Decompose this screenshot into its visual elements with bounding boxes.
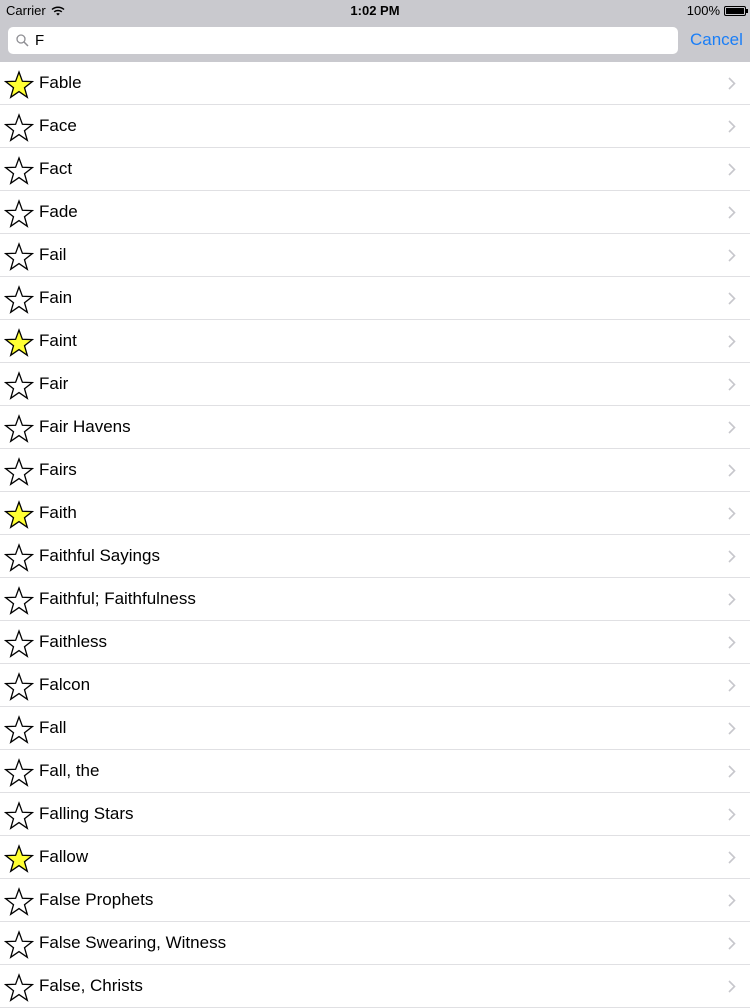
- star-outline-icon[interactable]: [4, 973, 34, 1003]
- list-item-label: Fable: [39, 73, 82, 92]
- list-item[interactable]: Falling Stars: [0, 793, 750, 836]
- star-outline-icon[interactable]: [4, 801, 34, 831]
- status-right: 100%: [686, 3, 748, 18]
- chevron-right-icon: [728, 163, 736, 176]
- star-outline-icon[interactable]: [4, 242, 34, 272]
- list-item-label: False, Christs: [39, 976, 143, 995]
- chevron-right-icon: [728, 421, 736, 434]
- chevron-right-icon: [728, 722, 736, 735]
- list-item[interactable]: Fable: [0, 62, 750, 105]
- star-outline-icon[interactable]: [4, 586, 34, 616]
- list-item-label: Fair: [39, 374, 69, 393]
- list-item-label: Faithful Sayings: [39, 546, 160, 565]
- star-outline-icon[interactable]: [4, 887, 34, 917]
- battery-percent: 100%: [686, 3, 720, 18]
- list-item-label: Fairs: [39, 460, 77, 479]
- list-item-label: Faithless: [39, 632, 108, 651]
- list-item[interactable]: Falcon: [0, 664, 750, 707]
- list-item[interactable]: Faint: [0, 320, 750, 363]
- list-item[interactable]: Fact: [0, 148, 750, 191]
- star-outline-icon[interactable]: [4, 113, 34, 143]
- star-filled-icon[interactable]: [4, 500, 34, 530]
- list-item-label: Fail: [39, 245, 67, 264]
- star-outline-icon[interactable]: [4, 285, 34, 315]
- cancel-button[interactable]: Cancel: [690, 30, 743, 50]
- star-outline-icon[interactable]: [4, 414, 34, 444]
- list-item-label: Falcon: [39, 675, 91, 694]
- list-item[interactable]: Fade: [0, 191, 750, 234]
- list-item[interactable]: Faithful; Faithfulness: [0, 578, 750, 621]
- list-item[interactable]: Fall, the: [0, 750, 750, 793]
- star-outline-icon[interactable]: [4, 930, 34, 960]
- chevron-right-icon: [728, 464, 736, 477]
- list-item-label: Face: [39, 116, 77, 135]
- list-item[interactable]: Fair: [0, 363, 750, 406]
- list-item[interactable]: Faith: [0, 492, 750, 535]
- search-bar: Cancel: [0, 20, 750, 62]
- star-outline-icon[interactable]: [4, 672, 34, 702]
- list-item-label: Fair Havens: [39, 417, 131, 436]
- star-outline-icon[interactable]: [4, 156, 34, 186]
- star-outline-icon[interactable]: [4, 199, 34, 229]
- list-item-label: Fallow: [39, 847, 89, 866]
- list-item[interactable]: Fairs: [0, 449, 750, 492]
- list-item-label: False Prophets: [39, 890, 154, 909]
- list-item-label: Falling Stars: [39, 804, 134, 823]
- chevron-right-icon: [728, 335, 736, 348]
- chevron-right-icon: [728, 206, 736, 219]
- chevron-right-icon: [728, 550, 736, 563]
- chevron-right-icon: [728, 507, 736, 520]
- search-field[interactable]: [8, 27, 678, 54]
- list-item[interactable]: Fail: [0, 234, 750, 277]
- list-item[interactable]: False Swearing, Witness: [0, 922, 750, 965]
- chevron-right-icon: [728, 765, 736, 778]
- star-outline-icon[interactable]: [4, 543, 34, 573]
- list-item[interactable]: Fallow: [0, 836, 750, 879]
- list-item-label: Fade: [39, 202, 78, 221]
- list-item-label: False Swearing, Witness: [39, 933, 227, 952]
- star-outline-icon[interactable]: [4, 715, 34, 745]
- chevron-right-icon: [728, 292, 736, 305]
- chevron-right-icon: [728, 808, 736, 821]
- results-list: Fable Face Fact Fade Fail Fain Faint Fair Fair H…: [0, 62, 750, 1008]
- list-item[interactable]: False, Christs: [0, 965, 750, 1008]
- chevron-right-icon: [728, 679, 736, 692]
- battery-icon: [724, 5, 748, 16]
- chevron-right-icon: [728, 980, 736, 993]
- list-item-label: Fall: [39, 718, 67, 737]
- list-item[interactable]: Fair Havens: [0, 406, 750, 449]
- star-filled-icon[interactable]: [4, 844, 34, 874]
- list-item[interactable]: Faithless: [0, 621, 750, 664]
- chevron-right-icon: [728, 894, 736, 907]
- list-item-label: Fain: [39, 288, 73, 307]
- list-item[interactable]: Faithful Sayings: [0, 535, 750, 578]
- chevron-right-icon: [728, 120, 736, 133]
- list-item[interactable]: False Prophets: [0, 879, 750, 922]
- list-item-label: Faith: [39, 503, 77, 522]
- list-item-label: Faithful; Faithfulness: [39, 589, 196, 608]
- list-item[interactable]: Fall: [0, 707, 750, 750]
- search-icon: [16, 34, 29, 47]
- chevron-right-icon: [728, 249, 736, 262]
- star-outline-icon[interactable]: [4, 371, 34, 401]
- clock: 1:02 PM: [350, 3, 400, 18]
- star-filled-icon[interactable]: [4, 70, 34, 100]
- status-bar: Carrier 1:02 PM 100%: [0, 0, 750, 20]
- star-filled-icon[interactable]: [4, 328, 34, 358]
- list-item-label: Faint: [39, 331, 77, 350]
- list-item[interactable]: Fain: [0, 277, 750, 320]
- list-item[interactable]: Face: [0, 105, 750, 148]
- chevron-right-icon: [728, 378, 736, 391]
- chevron-right-icon: [728, 851, 736, 864]
- star-outline-icon[interactable]: [4, 629, 34, 659]
- chevron-right-icon: [728, 77, 736, 90]
- list-item-label: Fact: [39, 159, 73, 178]
- chevron-right-icon: [728, 636, 736, 649]
- chevron-right-icon: [728, 593, 736, 606]
- star-outline-icon[interactable]: [4, 457, 34, 487]
- list-item-label: Fall, the: [39, 761, 100, 780]
- chevron-right-icon: [728, 937, 736, 950]
- star-outline-icon[interactable]: [4, 758, 34, 788]
- search-input[interactable]: [35, 32, 655, 49]
